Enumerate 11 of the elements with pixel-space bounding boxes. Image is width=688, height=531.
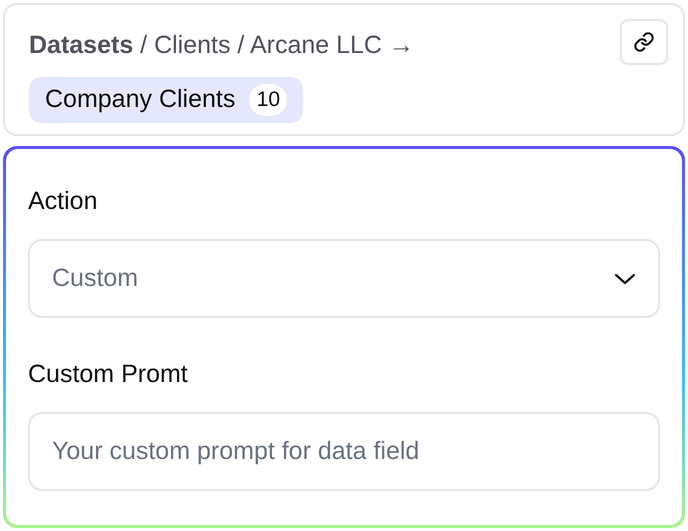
chip-label: Company Clients [45, 84, 236, 116]
chevron-down-icon [614, 272, 636, 284]
breadcrumb: Datasets / Clients / Arcane LLC → [29, 30, 414, 61]
copy-link-button[interactable] [620, 19, 668, 65]
dataset-chip[interactable]: Company Clients 10 [29, 77, 304, 123]
count-badge: 10 [249, 84, 288, 116]
field-label: Custom Promt [28, 359, 188, 390]
field-label: Action [28, 186, 98, 217]
link-icon [633, 31, 655, 53]
prompt-input-field[interactable]: Your custom prompt for data field [28, 412, 660, 491]
action-dropdown[interactable]: Custom [28, 239, 660, 318]
